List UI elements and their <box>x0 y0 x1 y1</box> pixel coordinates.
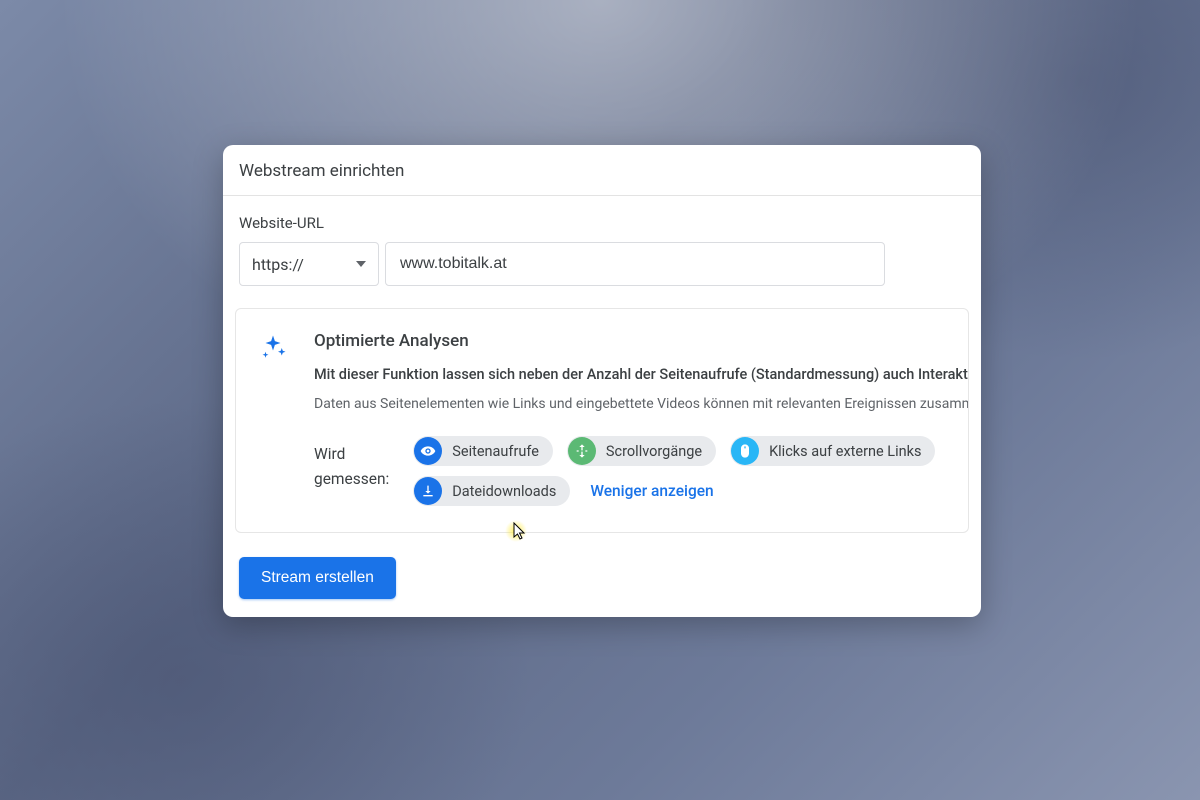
measurement-chips: Seitenaufrufe Scrollvorgänge Klicks auf … <box>413 436 968 506</box>
url-section: Website-URL https:// <box>223 196 981 308</box>
chip-label: Seitenaufrufe <box>452 443 539 460</box>
measure-label: Wird gemessen: <box>314 436 389 492</box>
url-input[interactable] <box>385 242 885 286</box>
analytics-title: Optimierte Analysen <box>314 331 968 351</box>
sparkle-icon <box>258 331 292 506</box>
analytics-card: Optimierte Analysen Mit dieser Funktion … <box>235 308 969 533</box>
chevron-down-icon <box>356 261 366 267</box>
chip-label: Scrollvorgänge <box>606 443 702 460</box>
mouse-icon <box>731 437 759 465</box>
setup-panel: Webstream einrichten Website-URL https:/… <box>223 145 981 617</box>
chip-external-clicks: Klicks auf externe Links <box>730 436 935 466</box>
download-icon <box>414 477 442 505</box>
eye-icon <box>414 437 442 465</box>
url-label: Website-URL <box>239 214 965 232</box>
protocol-value: https:// <box>252 255 304 274</box>
show-less-link[interactable]: Weniger anzeigen <box>590 482 713 500</box>
create-stream-button[interactable]: Stream erstellen <box>239 557 396 599</box>
panel-title: Webstream einrichten <box>223 145 981 196</box>
panel-footer: Stream erstellen <box>223 533 981 617</box>
chip-downloads: Dateidownloads <box>413 476 570 506</box>
analytics-description-bold: Mit dieser Funktion lassen sich neben de… <box>314 365 968 385</box>
chip-pageviews: Seitenaufrufe <box>413 436 553 466</box>
scroll-icon <box>568 437 596 465</box>
chip-label: Dateidownloads <box>452 483 556 500</box>
chip-scrolls: Scrollvorgänge <box>567 436 716 466</box>
analytics-description-sub: Daten aus Seitenelementen wie Links und … <box>314 396 968 412</box>
chip-label: Klicks auf externe Links <box>769 443 921 460</box>
protocol-select[interactable]: https:// <box>239 242 379 286</box>
